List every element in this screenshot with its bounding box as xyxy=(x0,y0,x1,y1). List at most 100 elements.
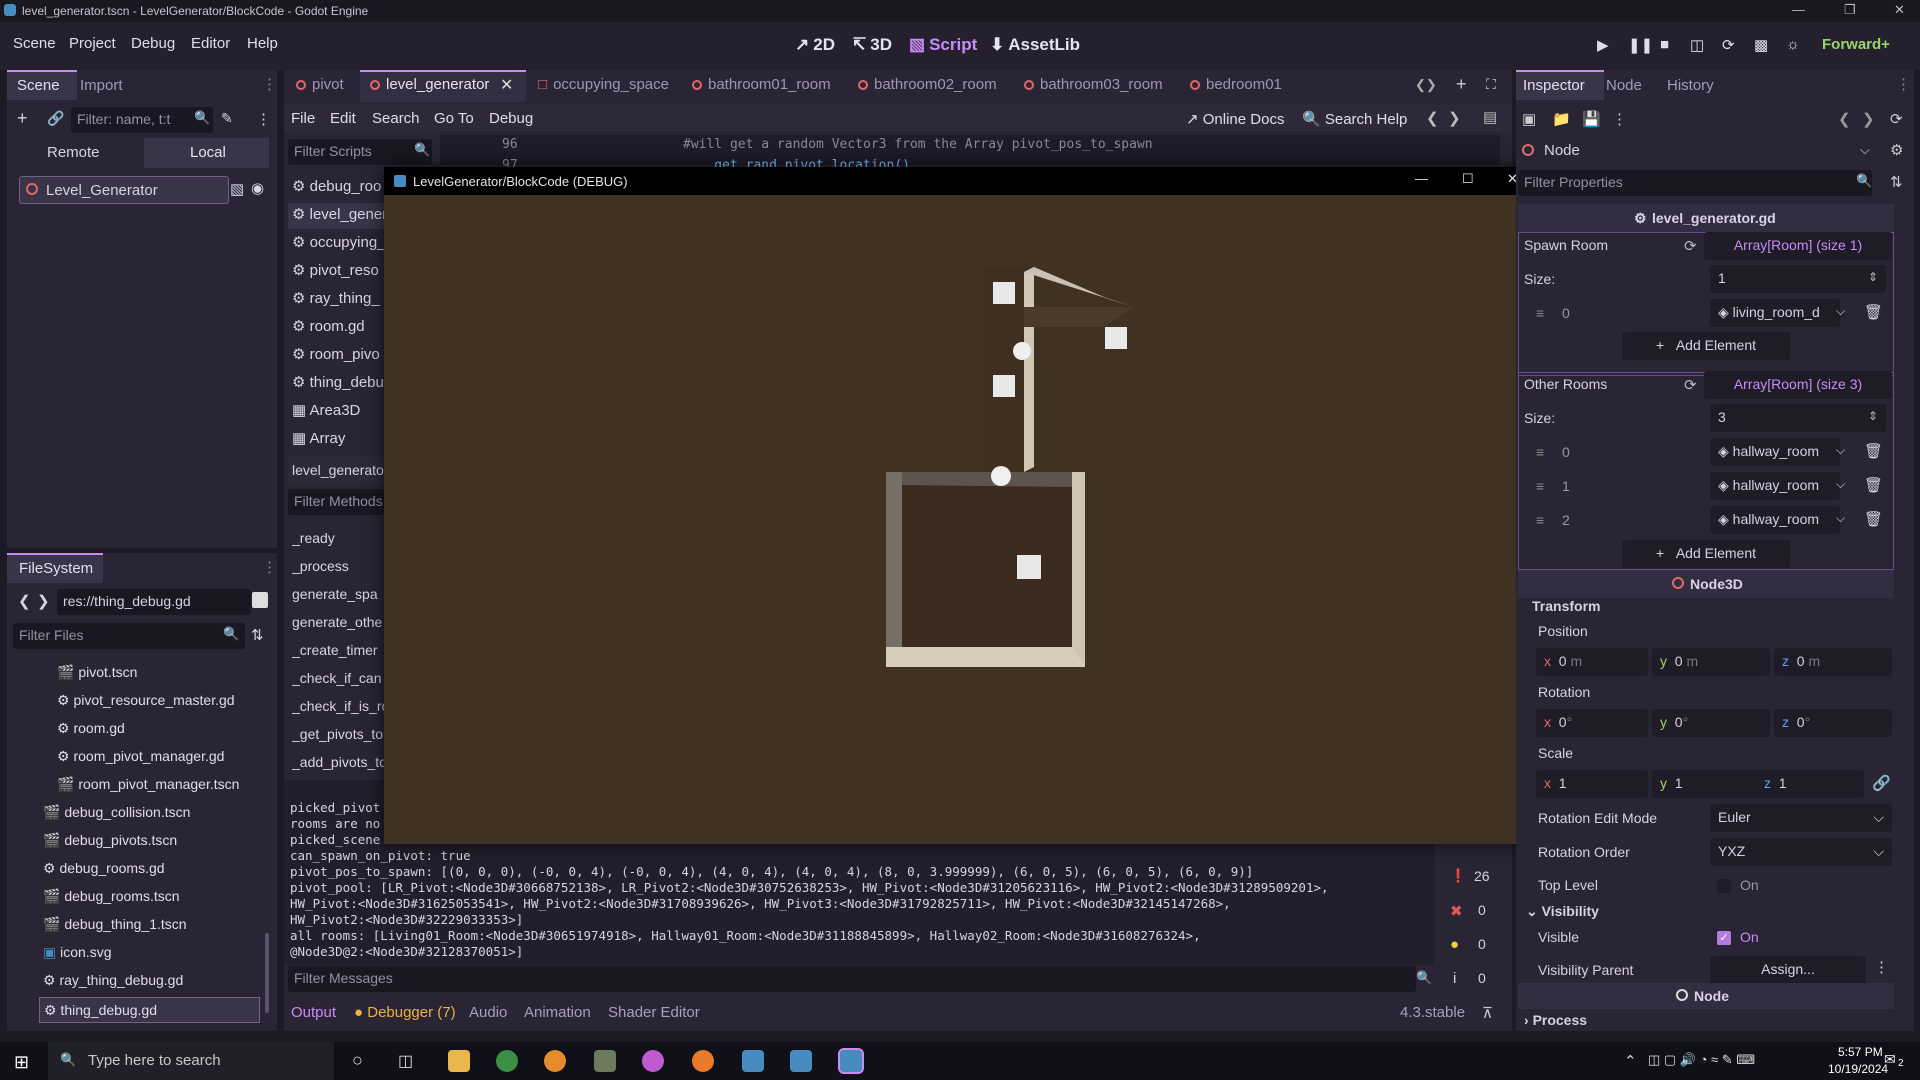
menu-debug[interactable]: Debug xyxy=(131,35,175,52)
list-item[interactable]: ⚙ pivot_reso xyxy=(292,261,384,287)
more-icon[interactable]: ⋮ xyxy=(1874,958,1889,976)
tray-icons[interactable]: ◫ ▢ 🔊 ◔ ≈ ✎ ⌨ xyxy=(1648,1052,1755,1068)
workspace-2d[interactable]: ↗ 2D xyxy=(795,35,835,55)
maximize-icon[interactable]: ☐ xyxy=(1462,171,1474,187)
delete-icon[interactable]: 🗑 xyxy=(1864,442,1883,460)
list-item[interactable]: ⚙ thing_debu xyxy=(292,373,384,399)
process-section[interactable]: › Process xyxy=(1524,1012,1587,1028)
spinner-icon[interactable]: ⇕ xyxy=(1868,270,1878,284)
other-rooms-item-0[interactable]: ◈ hallway_room xyxy=(1710,438,1840,466)
forward-icon[interactable]: ❯ xyxy=(37,592,50,610)
restore-icon[interactable]: ❐ xyxy=(1844,2,1856,18)
visibility-icon[interactable]: ◉ xyxy=(251,179,264,197)
scale-z-field[interactable]: z 1 xyxy=(1756,770,1864,798)
rotation-order-select[interactable]: YXZ ⌵ xyxy=(1710,838,1892,866)
fl-studio-icon[interactable] xyxy=(544,1050,566,1072)
list-item[interactable]: ⚙ ray_thing_ xyxy=(292,289,384,315)
list-item-selected[interactable]: ⚙ thing_debug.gd xyxy=(39,997,260,1023)
tab-history[interactable]: History xyxy=(1667,77,1714,94)
game-viewport[interactable] xyxy=(384,167,1538,844)
drag-handle-icon[interactable]: ≡ xyxy=(1536,512,1544,528)
file-explorer-icon[interactable] xyxy=(448,1050,470,1072)
spawn-room-array-button[interactable]: Array[Room] (size 1) xyxy=(1704,232,1892,260)
transform-section[interactable]: Transform xyxy=(1532,598,1600,614)
search-help-button[interactable]: 🔍 Search Help xyxy=(1302,110,1407,128)
reload-icon[interactable]: ⟳ xyxy=(1722,36,1735,54)
filter-methods-input[interactable]: Filter Methods xyxy=(288,489,384,515)
tab-scroll-left-icon[interactable]: ❮❯ xyxy=(1415,77,1437,93)
movie-maker-icon[interactable]: ☼ xyxy=(1786,36,1800,53)
visible-checkbox[interactable]: ✓ xyxy=(1717,931,1731,945)
drag-handle-icon[interactable]: ≡ xyxy=(1536,305,1544,321)
position-x-field[interactable]: x 0 m xyxy=(1536,648,1648,676)
script-menu-search[interactable]: Search xyxy=(372,110,420,127)
menu-scene[interactable]: Scene xyxy=(13,35,56,52)
filesystem-filter-input[interactable]: Filter Files xyxy=(13,623,245,649)
distraction-free-icon[interactable]: ⛶ xyxy=(1486,76,1496,93)
app-icon[interactable] xyxy=(642,1050,664,1072)
script-icon[interactable]: ▧ xyxy=(230,180,244,198)
back-icon[interactable]: ❮ xyxy=(18,592,31,610)
chevron-down-icon[interactable]: ⌵ xyxy=(1836,443,1845,458)
game-debug-window[interactable] xyxy=(384,167,1538,844)
rotation-edit-mode-select[interactable]: Euler ⌵ xyxy=(1710,804,1892,832)
list-item[interactable]: ▦ Array xyxy=(292,429,384,455)
other-rooms-item-1[interactable]: ◈ hallway_room xyxy=(1710,472,1840,500)
spinner-icon[interactable]: ⇕ xyxy=(1868,409,1878,423)
minimize-icon[interactable]: — xyxy=(1415,171,1428,186)
app-icon[interactable] xyxy=(594,1050,616,1072)
cortana-icon[interactable]: ○ xyxy=(352,1050,363,1071)
minimize-icon[interactable]: — xyxy=(1792,2,1805,17)
local-button[interactable]: Local xyxy=(144,138,269,168)
filter-scripts-input[interactable]: Filter Scripts xyxy=(288,139,432,165)
tab-bathroom01[interactable]: bathroom01_room xyxy=(692,76,831,93)
scale-x-field[interactable]: x 1 xyxy=(1536,770,1648,798)
other-rooms-item-2[interactable]: ◈ hallway_room xyxy=(1710,506,1840,534)
tab-bathroom03[interactable]: bathroom03_room xyxy=(1024,76,1163,93)
add-element-button[interactable]: + Add Element xyxy=(1622,540,1790,568)
path-input[interactable]: res://thing_debug.gd xyxy=(57,589,251,615)
close-tab-icon[interactable]: ✕ xyxy=(500,75,513,95)
history-back-icon[interactable]: ❮ xyxy=(1426,109,1439,127)
list-item[interactable]: ⚙ room.gd xyxy=(292,317,384,343)
spawn-room-size-spinbox[interactable]: 1 xyxy=(1710,265,1886,293)
clock-date[interactable]: 10/19/2024 xyxy=(1828,1062,1888,1076)
play-icon[interactable]: ▶ xyxy=(1597,36,1609,54)
error-icon[interactable]: ✖ xyxy=(1450,902,1463,920)
info-icon[interactable]: i xyxy=(1453,970,1456,987)
method-item[interactable]: _get_pivots_to xyxy=(292,726,384,752)
rotation-x-field[interactable]: x 0° xyxy=(1536,709,1648,737)
tab-import[interactable]: Import xyxy=(80,77,123,94)
drag-handle-icon[interactable]: ≡ xyxy=(1536,478,1544,494)
object-history-icon[interactable]: ⟳ xyxy=(1890,110,1903,128)
filter-messages-input[interactable]: Filter Messages xyxy=(288,966,1416,992)
scrollbar[interactable] xyxy=(265,933,269,1013)
revert-icon[interactable]: ⟳ xyxy=(1684,237,1697,255)
script-attach-icon[interactable]: ✎ xyxy=(221,110,233,127)
online-docs-button[interactable]: ↗ Online Docs xyxy=(1186,110,1284,128)
list-item[interactable]: ⚙ room_pivo xyxy=(292,345,384,371)
tab-node[interactable]: Node xyxy=(1606,77,1642,94)
dock-menu-icon[interactable]: ⋮ xyxy=(262,75,277,93)
position-z-field[interactable]: z 0 m xyxy=(1774,648,1892,676)
tab-output[interactable]: Output xyxy=(291,1004,336,1021)
chevron-down-icon[interactable]: ⌵ xyxy=(1836,477,1845,492)
link-icon[interactable]: 🔗 xyxy=(47,110,64,127)
godot-debug-icon[interactable] xyxy=(838,1048,864,1074)
tab-level-generator[interactable]: level_generator xyxy=(370,76,489,93)
pause-icon[interactable]: ❚❚ xyxy=(1628,36,1653,54)
dock-menu-icon[interactable]: ⋮ xyxy=(262,558,277,576)
inspected-node-selector[interactable]: Node ⌵ xyxy=(1518,138,1888,164)
visibility-section[interactable]: ⌄ Visibility xyxy=(1526,903,1599,920)
blender-icon[interactable] xyxy=(692,1050,714,1072)
more-icon[interactable]: ⋮ xyxy=(1612,110,1627,128)
clock-time[interactable]: 5:57 PM xyxy=(1838,1045,1883,1059)
tab-filesystem[interactable]: FileSystem xyxy=(19,560,93,577)
list-item[interactable]: 🎬 debug_thing_1.tscn xyxy=(43,916,187,940)
chevron-down-icon[interactable]: ⌵ xyxy=(1836,304,1845,319)
notification-icon[interactable]: ✉ xyxy=(1884,1051,1896,1068)
tab-occupying-space[interactable]: □ occupying_space xyxy=(538,76,669,93)
position-y-field[interactable]: y 0 m xyxy=(1652,648,1770,676)
script-menu-debug[interactable]: Debug xyxy=(489,110,533,127)
method-item[interactable]: _check_if_is_ro xyxy=(292,698,384,724)
